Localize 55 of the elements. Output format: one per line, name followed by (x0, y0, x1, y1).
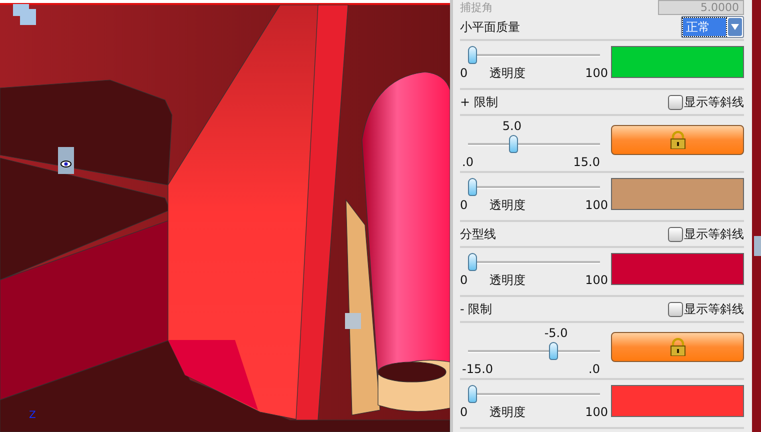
transparency-slider[interactable] (468, 177, 600, 197)
axis-label: Z (29, 411, 36, 421)
limit-slider[interactable] (468, 134, 600, 154)
slider-thumb[interactable] (508, 135, 518, 153)
checkbox-label: 显示等斜线 (684, 226, 744, 242)
lock-icon (668, 338, 686, 356)
checkbox-label: 显示等斜线 (684, 300, 744, 318)
squares-icon[interactable] (13, 4, 37, 25)
limit-value: 5.0 (502, 119, 522, 133)
scale-max: 100 (585, 198, 608, 212)
slider-thumb[interactable] (549, 342, 558, 360)
scale-max: 100 (585, 405, 608, 419)
scale-min: 0 (460, 66, 468, 80)
eye-icon[interactable] (58, 147, 74, 174)
scrollbar-thumb[interactable] (754, 236, 761, 256)
color-swatch[interactable] (611, 253, 744, 285)
snap-label: 捕捉角 (460, 0, 493, 15)
quality-dropdown[interactable]: 正常 (681, 16, 744, 38)
transparency-label: 透明度 (490, 272, 526, 288)
lock-button[interactable] (611, 125, 744, 155)
transparency-label: 透明度 (490, 64, 526, 82)
scale-max: 100 (585, 66, 608, 80)
scale-min: -15.0 (462, 362, 494, 376)
transparency-slider[interactable] (468, 384, 600, 404)
slider-thumb[interactable] (468, 178, 477, 196)
color-swatch[interactable] (611, 385, 744, 417)
section-label: - 限制 (460, 300, 492, 318)
lock-button[interactable] (611, 332, 744, 362)
slider-thumb[interactable] (468, 46, 477, 64)
color-swatch[interactable] (611, 178, 744, 210)
scale-min: 0 (460, 198, 468, 212)
transparency-slider[interactable] (468, 45, 600, 65)
scale-max: 15.0 (573, 155, 600, 169)
isocline-checkbox[interactable] (668, 302, 683, 316)
checkbox-label: 显示等斜线 (684, 94, 744, 110)
transparency-label: 透明度 (490, 404, 526, 420)
limit-value: -5.0 (544, 326, 568, 340)
section-label: + 限制 (460, 94, 498, 110)
slider-thumb[interactable] (468, 385, 477, 403)
limit-slider[interactable] (468, 341, 600, 361)
lock-icon (668, 131, 686, 149)
color-swatch[interactable] (611, 46, 744, 78)
transparency-label: 透明度 (490, 196, 526, 214)
isocline-checkbox[interactable] (668, 226, 683, 242)
transparency-slider[interactable] (468, 252, 600, 272)
scale-max: .0 (588, 362, 600, 376)
scale-min: 0 (460, 273, 468, 287)
facet-quality-label: 小平面质量 (460, 18, 520, 36)
slider-thumb[interactable] (468, 253, 477, 271)
caret-icon (728, 18, 742, 36)
scale-min: .0 (462, 155, 474, 169)
scale-min: 0 (460, 405, 468, 419)
section-label: 分型线 (460, 226, 496, 242)
scale-max: 100 (585, 273, 608, 287)
isocline-checkbox[interactable] (668, 94, 683, 110)
